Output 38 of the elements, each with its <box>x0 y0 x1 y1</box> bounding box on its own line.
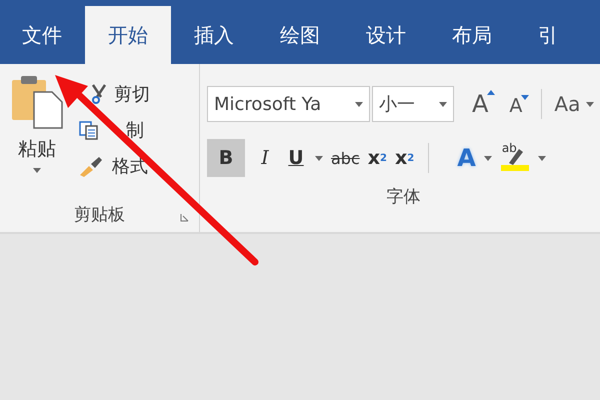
grow-font-button[interactable]: A <box>472 90 496 118</box>
clipboard-icon <box>10 74 64 130</box>
italic-button[interactable]: I <box>253 139 277 177</box>
ribbon-tab[interactable]: 设计 <box>343 6 429 64</box>
up-triangle-icon <box>487 90 496 95</box>
caret-icon <box>538 156 546 160</box>
caret-icon <box>32 168 42 174</box>
underline-button[interactable]: U <box>285 139 307 177</box>
group-label: 字体 <box>386 186 420 208</box>
caret-icon <box>355 102 363 106</box>
shrink-font-button[interactable]: A <box>509 95 530 117</box>
scissors-icon <box>92 84 106 104</box>
font-size-field[interactable]: 小一 <box>372 86 454 122</box>
caret-icon <box>586 102 594 106</box>
ribbon-tab[interactable]: 文件 <box>0 6 85 64</box>
change-case-button[interactable]: Aa <box>554 92 580 116</box>
down-triangle-icon <box>521 95 530 100</box>
ribbon-tab[interactable]: 插入 <box>171 6 257 64</box>
caret-icon <box>439 102 447 106</box>
caret-icon <box>315 156 323 160</box>
bold-button[interactable]: B <box>207 139 245 177</box>
dialog-launcher-icon[interactable] <box>180 213 189 222</box>
strikethrough-button[interactable]: abc <box>331 139 360 177</box>
superscript-button[interactable]: x$^{2}$ <box>395 139 414 177</box>
ribbon-tab[interactable]: 引 <box>515 6 581 64</box>
ribbon-tab[interactable]: 绘图 <box>257 6 343 64</box>
highlight-button[interactable]: ab <box>500 139 530 177</box>
copy-button[interactable]: 制 <box>78 118 150 142</box>
caret-icon <box>484 156 492 160</box>
font-name-field[interactable]: Microsoft Ya <box>207 86 370 122</box>
ribbon-tab[interactable]: 开始 <box>85 6 171 64</box>
text-effects-button[interactable]: A <box>457 139 476 177</box>
ribbon-tab[interactable]: 布局 <box>429 6 515 64</box>
group-label: 剪贴板 <box>74 204 125 226</box>
copy-icon <box>78 119 100 141</box>
cut-button[interactable]: 剪切 <box>92 82 150 106</box>
brush-icon <box>78 155 104 177</box>
paste-button[interactable]: 粘贴 <box>0 74 68 196</box>
